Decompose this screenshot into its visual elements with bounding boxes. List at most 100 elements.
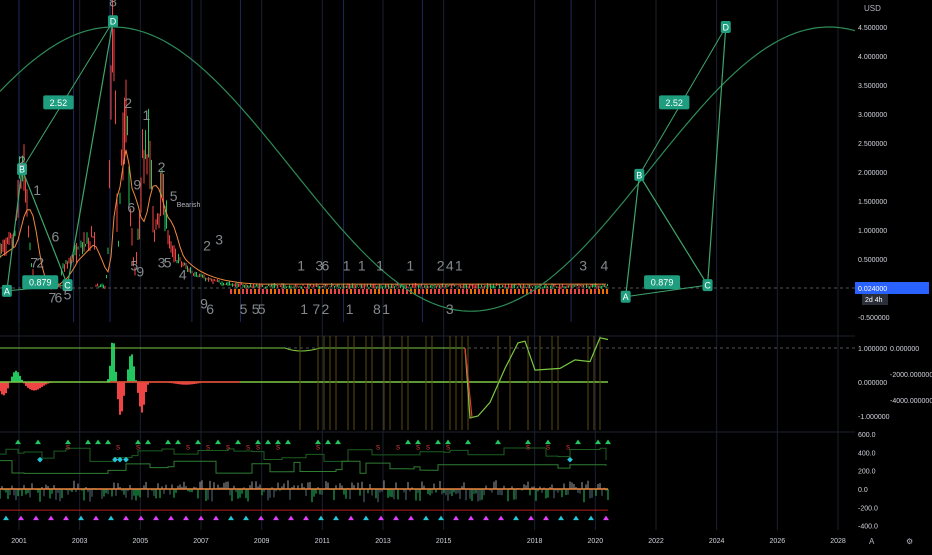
signal-marker: [254, 289, 256, 294]
pattern-point-label: A: [4, 286, 10, 296]
price-tick-label: 1.000000: [858, 228, 887, 235]
price-tick-label: 2.000000: [858, 170, 887, 177]
signal-marker: [458, 289, 460, 294]
signal-marker: [274, 289, 276, 294]
buy-triangle: [65, 439, 71, 445]
ratio-badge-label: 2.52: [665, 98, 683, 108]
cyan-diamond: [567, 456, 573, 463]
bottom-triangle: [168, 515, 174, 521]
pattern-point-label: D: [110, 17, 117, 27]
signal-marker: [362, 289, 364, 294]
wave-label: 2: [158, 159, 166, 175]
signal-tick-label: -400.0: [858, 524, 878, 531]
signal-tick-label: 600.0: [858, 432, 876, 439]
pattern-point-label: C: [704, 281, 711, 291]
buy-triangle: [15, 439, 21, 445]
sell-marker: S: [376, 446, 380, 452]
signal-marker: [374, 289, 376, 294]
signal-marker: [522, 289, 524, 294]
bottom-triangle: [513, 515, 519, 521]
signal-marker: [414, 289, 416, 294]
timeframe-value: 2d 4h: [865, 297, 883, 304]
sell-marker: S: [276, 446, 280, 452]
signal-marker: [246, 289, 248, 294]
signal-marker: [566, 289, 568, 294]
signal-marker: [354, 289, 356, 294]
signal-marker: [498, 289, 500, 294]
last-price-value: 0.024000: [858, 286, 887, 293]
signal-marker: [482, 289, 484, 294]
signal-marker: [558, 289, 560, 294]
price-tick-label: 3.500000: [858, 83, 887, 90]
signal-marker: [490, 289, 492, 294]
signal-marker: [314, 289, 316, 294]
wave-label: 1: [406, 258, 414, 274]
signal-marker: [402, 289, 404, 294]
signal-marker: [554, 289, 556, 294]
signal-marker: [350, 289, 352, 294]
chart-canvas[interactable]: ABCDABCD2.520.8792.520.879127276 56821692…: [0, 0, 932, 550]
buy-triangle: [95, 439, 101, 445]
signal-marker: [526, 289, 528, 294]
osc-tick-right: -2000.000000: [890, 372, 932, 379]
signal-marker: [570, 289, 572, 294]
sell-marker: S: [546, 446, 550, 452]
time-tick-label: 2026: [770, 538, 786, 545]
wave-label: 5: [164, 255, 172, 271]
buy-triangle: [575, 439, 581, 445]
bottom-triangle: [63, 515, 69, 521]
wave-label: 1: [382, 301, 390, 317]
buy-triangle: [85, 439, 91, 445]
signal-marker: [550, 289, 552, 294]
signal-marker: [278, 289, 280, 294]
signal-marker: [294, 289, 296, 294]
buy-triangle: [435, 439, 441, 445]
signal-marker: [590, 289, 592, 294]
bottom-triangle: [558, 515, 564, 521]
wave-label: 1: [143, 107, 151, 123]
wave-label: 7: [312, 301, 320, 317]
time-tick-label: 2020: [588, 538, 604, 545]
currency-label: USD: [864, 4, 881, 13]
buy-triangle: [165, 439, 171, 445]
bottom-triangle: [138, 515, 144, 521]
signal-marker: [546, 289, 548, 294]
settings-icon[interactable]: ⚙: [906, 537, 913, 546]
bottom-triangle: [423, 515, 429, 521]
projection-pattern[interactable]: A B C D: [620, 21, 731, 303]
signal-marker: [366, 289, 368, 294]
signal-marker: [346, 289, 348, 294]
wave-label: 2: [36, 255, 44, 271]
signal-marker: [238, 289, 240, 294]
signal-marker: [378, 289, 380, 294]
time-tick-label: 2009: [254, 538, 270, 545]
buy-triangle: [285, 439, 291, 445]
buy-triangle: [195, 439, 201, 445]
price-tick-label: 4.000000: [858, 54, 887, 61]
signal-marker: [434, 289, 436, 294]
time-tick-label: 2003: [72, 538, 88, 545]
wave-label: 8: [109, 0, 117, 10]
buy-triangle: [175, 439, 181, 445]
osc-tick-left: 1.000000: [858, 346, 887, 353]
signal-marker: [418, 289, 420, 294]
bearish-annotation: Bearish: [177, 202, 201, 209]
bottom-triangle: [273, 515, 279, 521]
buy-triangle: [215, 439, 221, 445]
signal-marker: [430, 289, 432, 294]
buy-triangle: [315, 439, 321, 445]
signal-marker: [306, 289, 308, 294]
osc-tick-right: 0.000000: [890, 346, 919, 353]
wave-label: 1: [358, 258, 366, 274]
sell-marker: S: [426, 446, 430, 452]
wave-label: 1: [343, 258, 351, 274]
wave-label: 2: [18, 153, 26, 169]
buy-triangle: [265, 439, 271, 445]
projection-pattern-line: [625, 26, 727, 297]
signal-markers: [230, 289, 608, 294]
signal-marker: [438, 289, 440, 294]
signal-marker: [286, 289, 288, 294]
auto-scale-icon[interactable]: A: [869, 537, 874, 546]
oscillator-pane: 1.0000000.000000-1.0000000.000000-2000.0…: [0, 336, 932, 430]
bottom-triangle: [123, 515, 129, 521]
